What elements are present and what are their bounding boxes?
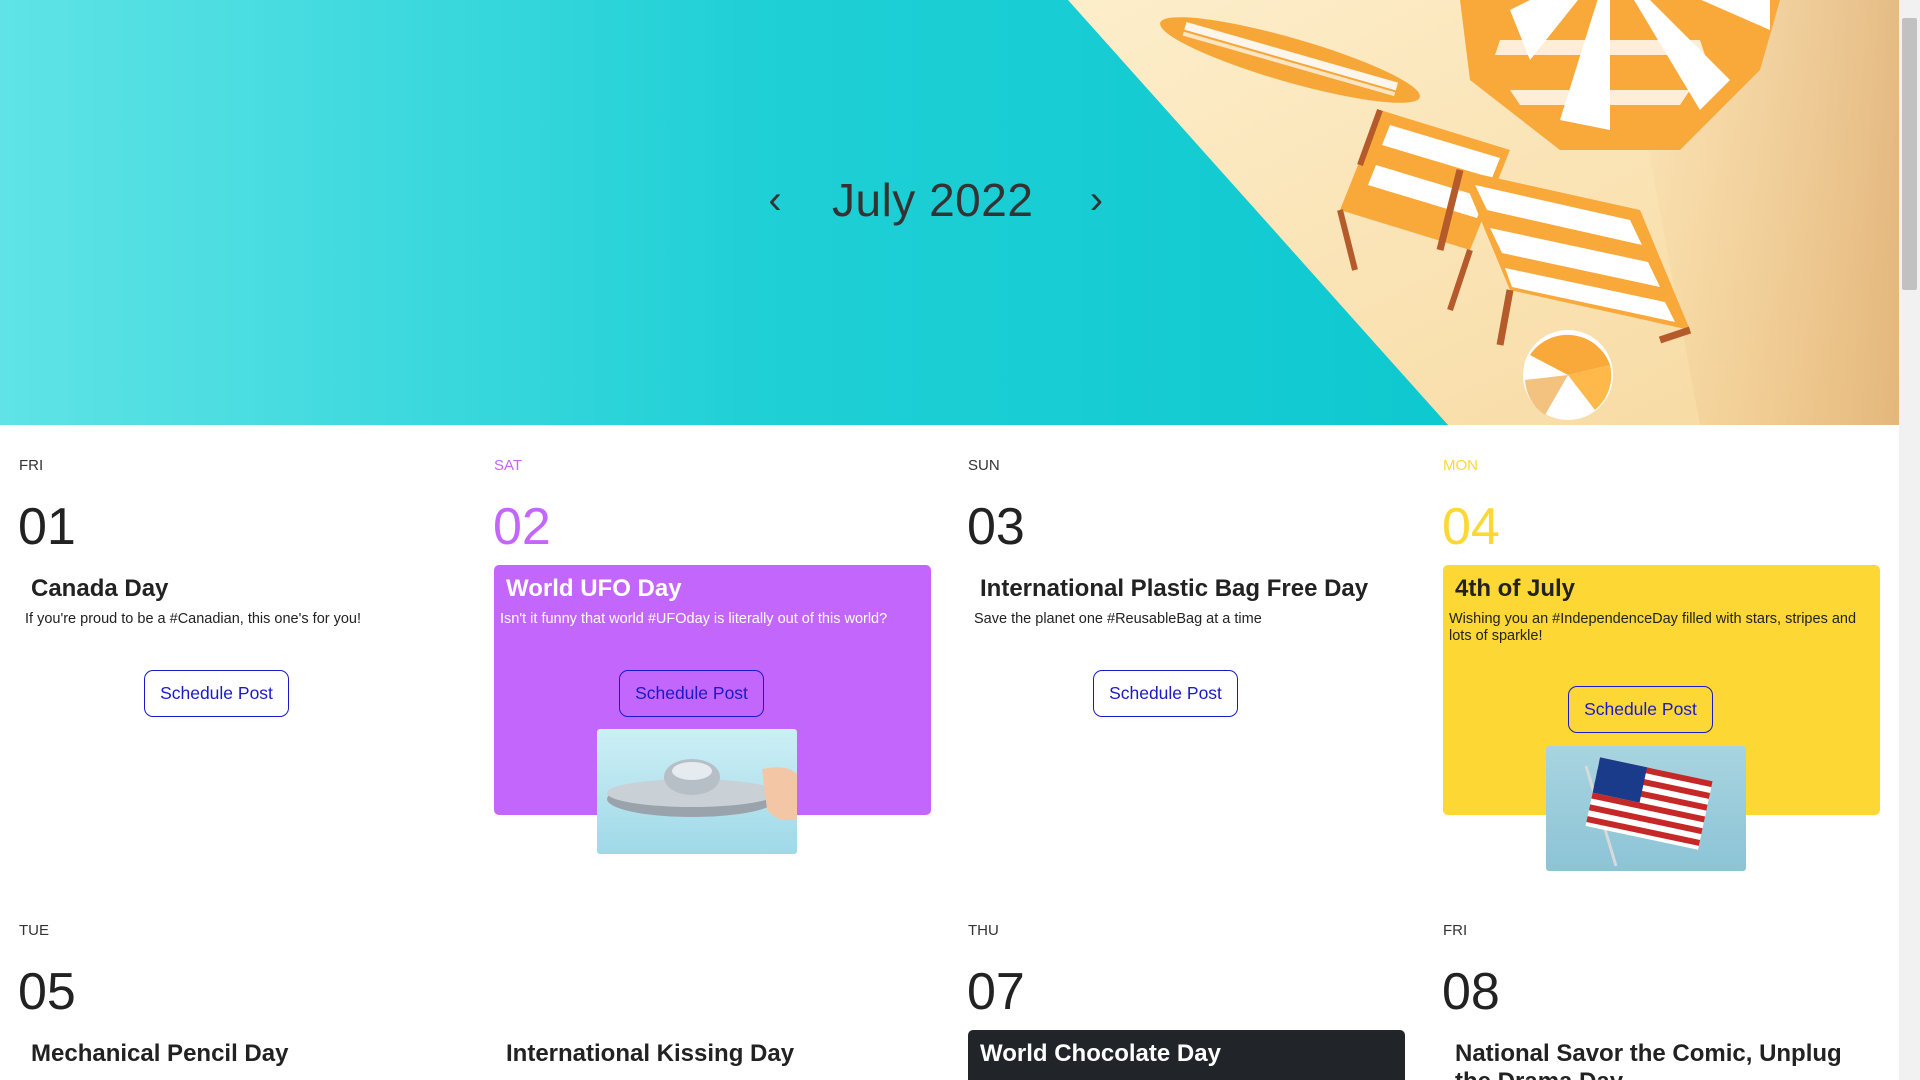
event-card: International Kissing Day [494, 1030, 931, 1080]
scrollbar[interactable] [1899, 0, 1920, 1080]
weekday-label: FRI [1443, 922, 1468, 939]
flag-icon [1584, 757, 1713, 867]
schedule-post-button[interactable]: Schedule Post [1568, 686, 1713, 733]
day-number: 03 [967, 498, 1025, 556]
day-number: 04 [1442, 498, 1500, 556]
event-card: World Chocolate Day [968, 1030, 1405, 1080]
schedule-post-button[interactable]: Schedule Post [619, 670, 764, 717]
ufo-image [597, 729, 797, 854]
event-title: International Plastic Bag Free Day [980, 575, 1369, 602]
day-grid: FRI 01 Canada Day If you're proud to be … [0, 425, 1899, 1080]
day-number: 07 [967, 963, 1025, 1021]
event-title: Canada Day [31, 575, 169, 602]
event-title: National Savor the Comic, Unplug the Dra… [1455, 1040, 1842, 1080]
month-navigation: ‹ July 2022 › [760, 170, 1111, 230]
weekday-label: MON [1443, 457, 1478, 474]
page-title: July 2022 [832, 174, 1034, 226]
chevron-right-icon[interactable]: › [1081, 170, 1111, 230]
weekday-label: SUN [968, 457, 1000, 474]
day-number: 05 [18, 963, 76, 1021]
day-number: 01 [18, 498, 76, 556]
event-description: If you're proud to be a #Canadian, this … [25, 611, 362, 627]
scrollbar-thumb[interactable] [1902, 18, 1917, 290]
event-title: Mechanical Pencil Day [31, 1040, 289, 1067]
event-card: Canada Day If you're proud to be a #Cana… [19, 565, 456, 815]
event-title: 4th of July [1455, 575, 1576, 602]
event-title: World Chocolate Day [980, 1040, 1221, 1067]
event-description: Save the planet one #ReusableBag at a ti… [974, 611, 1262, 627]
chevron-left-icon[interactable]: ‹ [760, 170, 790, 230]
weekday-label: TUE [19, 922, 49, 939]
event-card: National Savor the Comic, Unplug the Dra… [1443, 1030, 1880, 1080]
day-number: 02 [493, 498, 551, 556]
weekday-label: SAT [494, 457, 523, 474]
weekday-label: FRI [19, 457, 44, 474]
event-card: Mechanical Pencil Day [19, 1030, 456, 1080]
schedule-post-button[interactable]: Schedule Post [1093, 670, 1238, 717]
schedule-post-button[interactable]: Schedule Post [144, 670, 289, 717]
day-number: 08 [1442, 963, 1500, 1021]
event-title: International Kissing Day [506, 1040, 795, 1067]
weekday-label: THU [968, 922, 999, 939]
event-description: Wishing you an #IndependenceDay filled w… [1449, 611, 1857, 644]
us-flag-image [1546, 746, 1746, 871]
event-title: World UFO Day [506, 575, 682, 602]
event-description: Isn't it funny that world #UFOday is lit… [500, 611, 888, 627]
page: ‹ July 2022 › FRI 01 Canada Day If you'r… [0, 0, 1899, 1080]
event-card: International Plastic Bag Free Day Save … [968, 565, 1405, 815]
ufo-icon [607, 759, 797, 821]
hero-banner: ‹ July 2022 › [0, 0, 1899, 425]
